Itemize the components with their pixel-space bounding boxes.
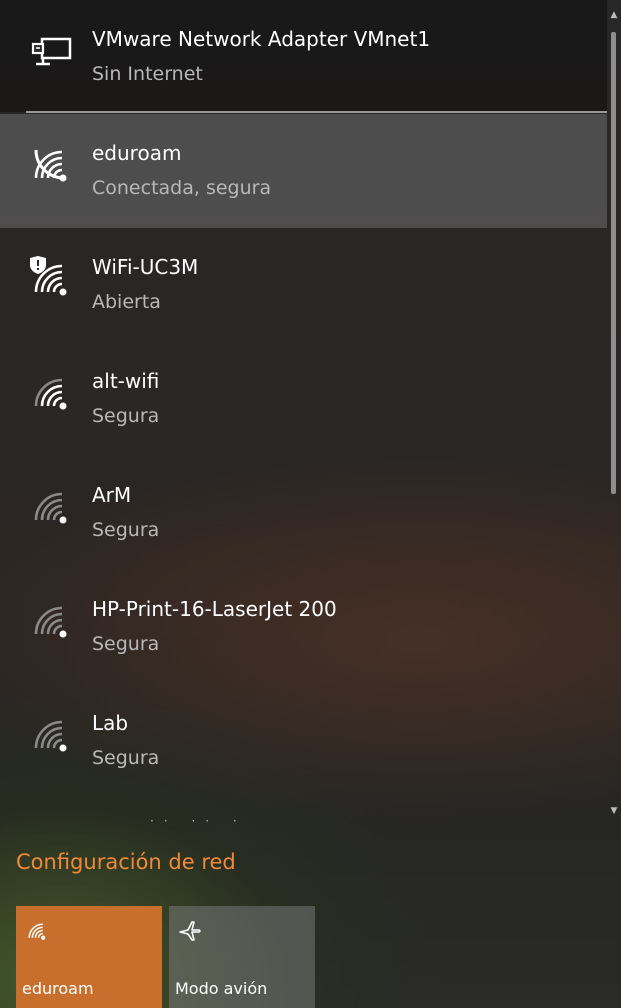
divider (26, 111, 607, 113)
wifi-icon (26, 368, 76, 418)
network-name: VMware Network Adapter VMnet1 (92, 27, 431, 51)
network-item-hp-print[interactable]: HP-Print-16-LaserJet 200 Segura (0, 570, 607, 684)
network-item-eduroam[interactable]: eduroam Conectada, segura (0, 114, 607, 228)
network-item-wifi-uc3m[interactable]: WiFi-UC3M Abierta (0, 228, 607, 342)
network-name: alt-wifi (92, 369, 160, 393)
wifi-icon (26, 140, 76, 190)
scroll-thumb[interactable] (611, 32, 616, 494)
network-status: Segura (92, 633, 160, 655)
network-flyout: ▲ ▼ VMware Network Adapter VMnet1 Sin In… (0, 0, 621, 1008)
wifi-weak-icon (26, 710, 76, 760)
network-status: Segura (92, 405, 160, 427)
airplane-icon (177, 918, 203, 944)
network-status: Sin Internet (92, 63, 203, 85)
network-status: Abierta (92, 291, 161, 313)
network-name: HP-Print-16-LaserJet 200 (92, 597, 337, 621)
network-item-lab[interactable]: Lab Segura (0, 684, 607, 798)
network-name: WiFi-UC3M (92, 255, 199, 279)
network-item-vmnet1[interactable]: VMware Network Adapter VMnet1 Sin Intern… (0, 0, 607, 113)
tile-label: Modo avión (175, 979, 268, 998)
wifi-weak-icon (26, 596, 76, 646)
network-item-arm[interactable]: ArM Segura (0, 456, 607, 570)
scroll-up-arrow-icon[interactable]: ▲ (610, 10, 618, 20)
network-status: Segura (92, 747, 160, 769)
wifi-toggle-tile[interactable]: eduroam (16, 906, 162, 1008)
cutoff-list-item: ·· ·· · (150, 814, 247, 828)
scroll-down-arrow-icon[interactable]: ▼ (610, 806, 618, 816)
network-name: Lab (92, 711, 129, 735)
wifi-icon (24, 918, 50, 944)
airplane-mode-tile[interactable]: Modo avión (169, 906, 315, 1008)
scrollbar[interactable]: ▲ ▼ (607, 10, 621, 818)
tile-label: eduroam (22, 979, 94, 998)
network-status: Segura (92, 519, 160, 541)
ethernet-icon (26, 26, 76, 76)
network-item-alt-wifi[interactable]: alt-wifi Segura (0, 342, 607, 456)
network-name: eduroam (92, 141, 182, 165)
wifi-weak-icon (26, 482, 76, 532)
network-status: Conectada, segura (92, 177, 272, 199)
network-settings-link[interactable]: Configuración de red (16, 848, 236, 876)
network-name: ArM (92, 483, 132, 507)
wifi-open-shield-icon (26, 254, 76, 304)
